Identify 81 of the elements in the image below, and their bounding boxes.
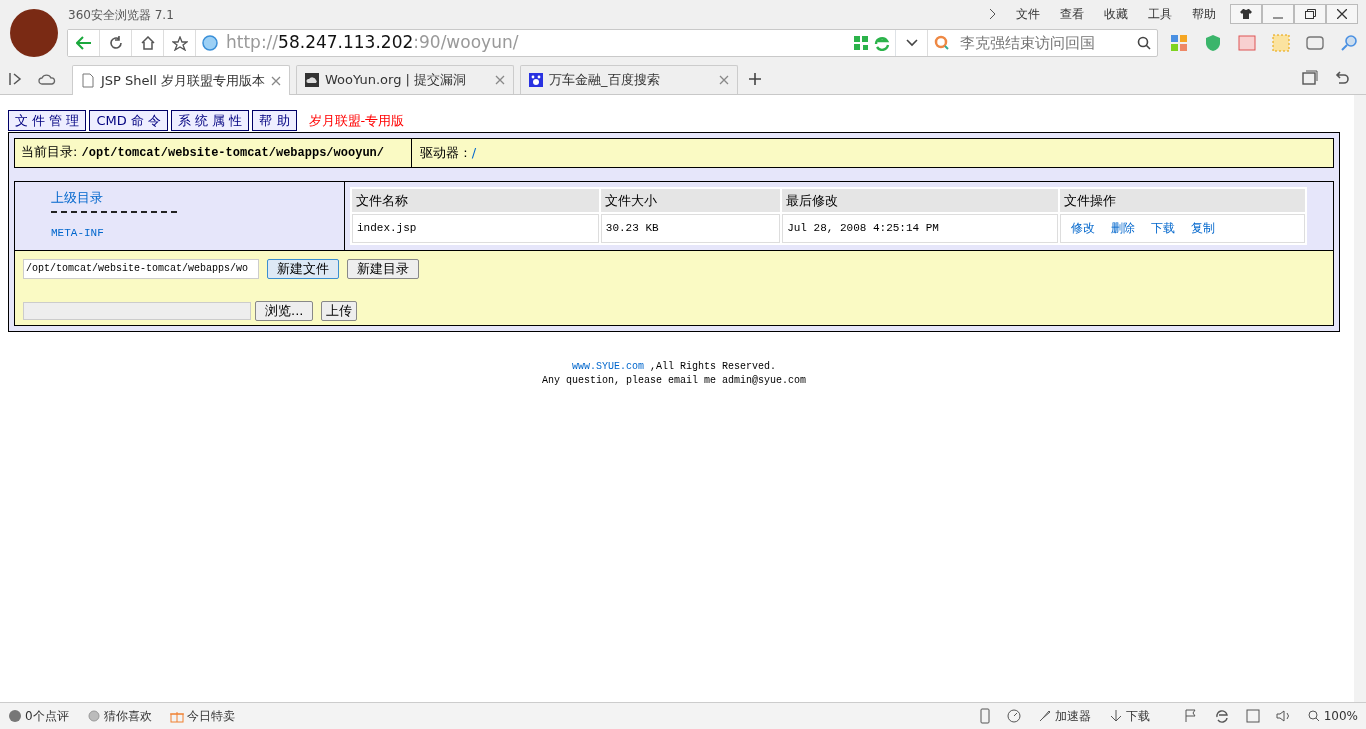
menu-item[interactable]: 帮助 bbox=[1182, 5, 1226, 23]
path-input[interactable]: /opt/tomcat/website-tomcat/webapps/wo bbox=[23, 258, 259, 279]
table-cell: 30.23 KB bbox=[600, 214, 781, 243]
site-link[interactable]: www.SYUE.com bbox=[571, 360, 644, 372]
parent-dir-link[interactable]: 上级目录 bbox=[51, 187, 103, 207]
menu-item[interactable]: 文件 bbox=[1006, 5, 1050, 23]
status-item[interactable]: 0个点评 bbox=[25, 707, 69, 725]
nav-button[interactable]: 系 统 属 性 bbox=[171, 110, 250, 131]
gift-icon bbox=[169, 709, 184, 723]
tab-list-icon[interactable] bbox=[1302, 70, 1318, 86]
skin-button[interactable] bbox=[1230, 4, 1262, 24]
paw-icon bbox=[529, 72, 543, 88]
close-icon bbox=[1337, 9, 1347, 19]
flag-icon[interactable] bbox=[1183, 709, 1198, 723]
current-dir-path: /opt/tomcat/website-tomcat/webapps/wooyun/ bbox=[81, 146, 384, 160]
zoom-level[interactable]: 100% bbox=[1323, 707, 1358, 725]
download-icon bbox=[1108, 709, 1123, 723]
drive-link[interactable]: / bbox=[471, 145, 477, 160]
window-icon[interactable] bbox=[1245, 709, 1260, 723]
browser-mode-icon[interactable] bbox=[1213, 708, 1230, 724]
status-item[interactable]: 下载 bbox=[1125, 707, 1150, 725]
browser-tab[interactable]: JSP Shell 岁月联盟专用版本 bbox=[72, 65, 290, 95]
column-header: 文件名称 bbox=[352, 188, 599, 212]
new-file-button[interactable]: 新建文件 bbox=[267, 258, 339, 279]
browser-tab[interactable]: WooYun.org | 提交漏洞 bbox=[296, 65, 514, 94]
close-button[interactable] bbox=[1326, 4, 1358, 24]
ball-icon bbox=[8, 709, 22, 723]
upload-button[interactable]: 上传 bbox=[321, 300, 358, 321]
shield-icon[interactable] bbox=[1204, 34, 1222, 52]
sidebar-toggle-icon[interactable] bbox=[8, 72, 22, 86]
column-header: 文件大小 bbox=[600, 188, 781, 212]
new-folder-button[interactable]: 新建目录 bbox=[347, 258, 419, 279]
zoom-icon[interactable] bbox=[1307, 710, 1320, 722]
shirt-icon bbox=[1240, 9, 1252, 19]
maximize-button[interactable] bbox=[1294, 4, 1326, 24]
window-title: 360安全浏览器 7.1 bbox=[68, 7, 174, 24]
scrollbar[interactable] bbox=[1354, 95, 1366, 702]
status-item[interactable]: 猜你喜欢 bbox=[103, 707, 152, 725]
apps-icon[interactable] bbox=[1170, 34, 1188, 52]
dot-icon bbox=[86, 709, 101, 723]
browse-button[interactable]: 浏览... bbox=[255, 300, 314, 321]
file-input[interactable] bbox=[23, 301, 251, 320]
brand-label: 岁月联盟-专用版 bbox=[308, 111, 405, 130]
action-link[interactable]: 删除 bbox=[1111, 221, 1136, 235]
folder-link[interactable]: META-INF bbox=[51, 225, 344, 242]
action-link[interactable]: 修改 bbox=[1071, 221, 1096, 235]
speaker-icon[interactable] bbox=[1275, 709, 1292, 723]
cloud-logo-icon bbox=[305, 72, 319, 88]
menu-item[interactable]: 工具 bbox=[1138, 5, 1182, 23]
table-cell: index.jsp bbox=[352, 214, 599, 243]
maximize-icon bbox=[1304, 9, 1316, 19]
nav-button[interactable]: 帮 助 bbox=[252, 110, 297, 131]
action-link[interactable]: 下载 bbox=[1151, 221, 1176, 235]
speed-dial-icon[interactable] bbox=[1005, 708, 1022, 724]
nav-button[interactable]: 文 件 管 理 bbox=[8, 110, 87, 131]
phone-icon[interactable] bbox=[979, 708, 990, 724]
new-tab-icon[interactable] bbox=[748, 72, 762, 86]
close-tab-icon[interactable] bbox=[495, 75, 505, 85]
cloud-icon[interactable] bbox=[38, 72, 56, 86]
undo-icon[interactable] bbox=[1334, 70, 1350, 86]
rights-text: ,All Rights Reserved. bbox=[650, 360, 777, 372]
close-tab-icon[interactable] bbox=[271, 75, 281, 86]
action-link[interactable]: 复制 bbox=[1191, 221, 1216, 235]
browser-tab[interactable]: 万车金融_百度搜索 bbox=[520, 65, 738, 94]
page-icon bbox=[81, 73, 95, 88]
status-item[interactable]: 今日特卖 bbox=[186, 707, 235, 725]
menu-item[interactable]: 收藏 bbox=[1094, 5, 1138, 23]
close-tab-icon[interactable] bbox=[719, 75, 729, 85]
table-cell: Jul 28, 2008 4:25:14 PM bbox=[782, 214, 1059, 243]
current-dir-label: 当前目录: bbox=[21, 144, 78, 159]
column-header: 最后修改 bbox=[782, 188, 1059, 212]
minimize-icon bbox=[1273, 17, 1283, 19]
drive-label: 驱动器 : bbox=[420, 145, 468, 160]
nav-button[interactable]: CMD 命 令 bbox=[89, 110, 168, 131]
chevron-icon[interactable] bbox=[988, 8, 998, 20]
status-item[interactable]: 加速器 bbox=[1054, 707, 1091, 725]
menu-item[interactable]: 查看 bbox=[1050, 5, 1094, 23]
magnifier-icon[interactable] bbox=[1340, 34, 1358, 52]
contact-text: Any question, please email me admin@syue.com bbox=[540, 373, 807, 388]
column-header: 文件操作 bbox=[1060, 188, 1305, 212]
avatar[interactable] bbox=[10, 9, 58, 57]
